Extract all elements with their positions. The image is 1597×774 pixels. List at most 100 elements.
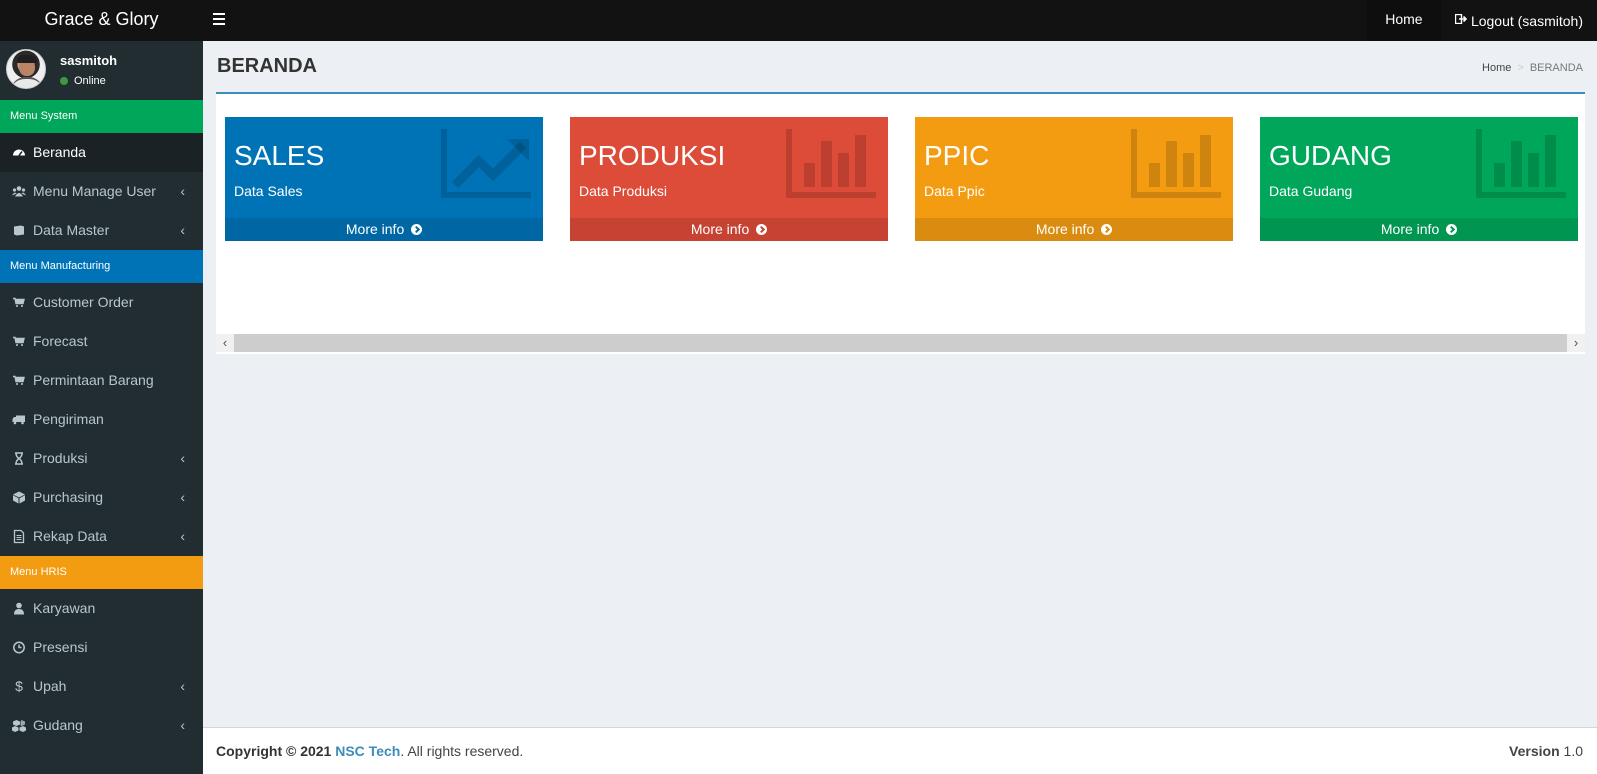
brand-logo[interactable]: Grace & Glory [0, 0, 203, 41]
sidebar-item-pengiriman[interactable]: Pengiriman [0, 400, 203, 439]
card-more-info-link[interactable]: More info [570, 218, 888, 241]
user-status[interactable]: Online [60, 75, 106, 87]
sidebar-item-label: Permintaan Barang [33, 372, 154, 388]
version-label: Version [1509, 743, 1560, 759]
sidebar-item-gudang[interactable]: Gudang ‹ [0, 706, 203, 745]
sign-out-icon [1454, 13, 1467, 24]
card-subtitle: Data Sales [234, 183, 303, 199]
menu-header-system: Menu System [0, 100, 203, 133]
sidebar-item-permintaan-barang[interactable]: Permintaan Barang [0, 361, 203, 400]
cubes-icon [12, 720, 26, 732]
bar-chart-icon [786, 129, 876, 198]
sidebar-item-rekap-data[interactable]: Rekap Data ‹ [0, 517, 203, 556]
chevron-left-icon: ‹ [180, 489, 185, 505]
truck-icon [12, 415, 25, 425]
cart-icon [13, 375, 25, 385]
sidebar-item-label: Rekap Data [33, 528, 107, 544]
card-gudang: GUDANG Data Gudang More info [1260, 117, 1578, 241]
scrollbar-thumb[interactable] [234, 334, 1567, 352]
sidebar-item-purchasing[interactable]: Purchasing ‹ [0, 478, 203, 517]
sidebar-item-label: Presensi [33, 639, 88, 655]
sidebar-item-label: Produksi [33, 450, 88, 466]
card-title: PPIC [924, 140, 990, 171]
dashboard-box: SALES Data Sales More info PRODUKSI Data… [216, 92, 1585, 354]
card-ppic: PPIC Data Ppic More info [915, 117, 1233, 241]
breadcrumb: Home > BERANDA [1482, 62, 1583, 74]
sidebar-item-label: Menu Manage User [33, 183, 156, 199]
sidebar-item-label: Gudang [33, 717, 83, 733]
sidebar-toggle-icon[interactable] [213, 10, 231, 28]
sidebar-item-customer-order[interactable]: Customer Order [0, 283, 203, 322]
sidebar-item-label: Purchasing [33, 489, 104, 505]
sidebar-item-beranda[interactable]: Beranda [0, 133, 203, 172]
user-name: sasmitoh [60, 53, 118, 68]
sidebar-item-label: Beranda [33, 144, 86, 160]
sidebar-item-manage-user[interactable]: Menu Manage User ‹ [0, 172, 203, 211]
sidebar-item-upah[interactable]: $ Upah ‹ [0, 667, 203, 706]
arrow-circle-right-icon [1446, 224, 1458, 235]
sidebar-item-presensi[interactable]: Presensi [0, 628, 203, 667]
scroll-right-icon[interactable]: › [1567, 334, 1585, 352]
version-info: Version 1.0 [1509, 743, 1583, 759]
dashboard-icon [13, 149, 25, 156]
sidebar-item-label: Customer Order [33, 294, 134, 310]
bar-chart-icon [1131, 129, 1221, 198]
sidebar-item-karyawan[interactable]: Karyawan [0, 589, 203, 628]
company-link[interactable]: NSC Tech [335, 743, 400, 759]
sidebar-item-label: Pengiriman [33, 411, 104, 427]
chevron-left-icon: ‹ [180, 717, 185, 733]
file-icon [13, 529, 25, 544]
card-sales: SALES Data Sales More info [225, 117, 543, 241]
card-title: PRODUKSI [579, 140, 726, 171]
copyright-text: Copyright © 2021 NSC Tech. All rights re… [216, 743, 523, 759]
version-number: 1.0 [1563, 743, 1583, 759]
horizontal-scrollbar[interactable]: ‹ › [216, 334, 1585, 352]
dollar-icon: $ [15, 678, 23, 694]
card-more-info-link[interactable]: More info [225, 218, 543, 241]
sidebar: sasmitoh Online Menu System Beranda Menu… [0, 41, 203, 774]
rights-text: . All rights reserved. [400, 743, 524, 759]
chevron-left-icon: ‹ [180, 528, 185, 544]
copyright-label: Copyright © 2021 [216, 743, 332, 759]
chevron-left-icon: ‹ [180, 222, 185, 238]
card-title: SALES [234, 140, 325, 171]
arrow-circle-right-icon [756, 224, 768, 235]
sidebar-item-data-master[interactable]: Data Master ‹ [0, 211, 203, 250]
user-panel: sasmitoh Online [0, 41, 203, 100]
sidebar-item-produksi[interactable]: Produksi ‹ [0, 439, 203, 478]
clock-icon [13, 641, 25, 654]
menu-header-hris: Menu HRIS [0, 556, 203, 589]
content-wrapper: BERANDA Home > BERANDA SALES Data Sales … [203, 41, 1597, 727]
cart-icon [13, 297, 25, 307]
card-more-info-link[interactable]: More info [1260, 218, 1578, 241]
cube-icon [13, 491, 25, 504]
page-title: BERANDA [217, 55, 317, 77]
navbar-right: Home Logout (sasmitoh) [1366, 0, 1597, 41]
breadcrumb-separator: > [1517, 62, 1524, 74]
more-info-label: More info [1035, 221, 1095, 237]
card-subtitle: Data Ppic [924, 183, 985, 199]
arrow-circle-right-icon [1101, 224, 1113, 235]
sidebar-item-label: Upah [33, 678, 67, 694]
breadcrumb-current: BERANDA [1529, 62, 1583, 74]
chevron-left-icon: ‹ [180, 450, 185, 466]
chevron-left-icon: ‹ [180, 678, 185, 694]
logout-link[interactable]: Logout (sasmitoh) [1441, 0, 1597, 41]
scroll-left-icon[interactable]: ‹ [216, 334, 234, 352]
card-title: GUDANG [1269, 140, 1392, 171]
sidebar-item-forecast[interactable]: Forecast [0, 322, 203, 361]
arrow-circle-right-icon [411, 224, 423, 235]
online-dot-icon [60, 77, 68, 85]
card-produksi: PRODUKSI Data Produksi More info [570, 117, 888, 241]
nav-home-link[interactable]: Home [1366, 0, 1441, 41]
breadcrumb-home-link[interactable]: Home [1482, 62, 1511, 74]
hourglass-icon [15, 452, 23, 465]
more-info-label: More info [345, 221, 405, 237]
user-icon [14, 602, 24, 615]
bar-chart-icon [1476, 129, 1566, 198]
card-subtitle: Data Gudang [1269, 183, 1353, 199]
menu-header-manufacturing: Menu Manufacturing [0, 250, 203, 283]
cart-icon [13, 336, 25, 346]
card-more-info-link[interactable]: More info [915, 218, 1233, 241]
line-chart-icon [441, 129, 531, 198]
